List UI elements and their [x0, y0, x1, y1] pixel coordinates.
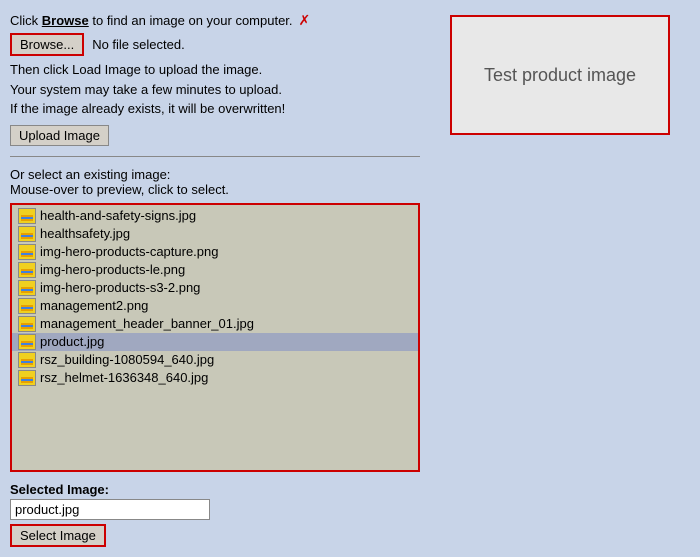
list-item[interactable]: healthsafety.jpg — [12, 225, 418, 243]
instruction-line3: Your system may take a few minutes to up… — [10, 80, 420, 100]
right-panel: Test product image — [430, 10, 690, 547]
file-name: management2.png — [40, 298, 148, 313]
instructions: Click Browse to find an image on your co… — [10, 10, 420, 146]
instruction-text-line1: Click Browse to find an image on your co… — [10, 11, 293, 31]
preview-text: Test product image — [484, 65, 636, 86]
main-container: Click Browse to find an image on your co… — [0, 0, 700, 557]
list-item[interactable]: img-hero-products-le.png — [12, 261, 418, 279]
or-section: Or select an existing image: Mouse-over … — [10, 167, 420, 197]
no-file-text: No file selected. — [92, 35, 185, 55]
close-icon[interactable]: ✗ — [299, 10, 311, 31]
list-item[interactable]: product.jpg — [12, 333, 418, 351]
selected-image-section: Selected Image: Select Image — [10, 482, 420, 547]
file-name: rsz_building-1080594_640.jpg — [40, 352, 214, 367]
image-preview-box: Test product image — [450, 15, 670, 135]
file-icon — [18, 316, 36, 332]
file-icon — [18, 244, 36, 260]
file-name: healthsafety.jpg — [40, 226, 130, 241]
select-image-button[interactable]: Select Image — [10, 524, 106, 547]
file-icon — [18, 370, 36, 386]
file-icon — [18, 280, 36, 296]
file-name: rsz_helmet-1636348_640.jpg — [40, 370, 208, 385]
browse-button[interactable]: Browse... — [10, 33, 84, 56]
file-list-container[interactable]: health-and-safety-signs.jpg healthsafety.… — [10, 203, 420, 473]
file-name: management_header_banner_01.jpg — [40, 316, 254, 331]
file-icon — [18, 334, 36, 350]
file-list-scroll[interactable]: health-and-safety-signs.jpg healthsafety.… — [12, 205, 418, 471]
instruction-line4: If the image already exists, it will be … — [10, 99, 420, 119]
list-item[interactable]: management_header_banner_01.jpg — [12, 315, 418, 333]
upload-image-button[interactable]: Upload Image — [10, 125, 109, 146]
or-line1: Or select an existing image: — [10, 167, 420, 182]
file-name: img-hero-products-s3-2.png — [40, 280, 200, 295]
file-name: img-hero-products-le.png — [40, 262, 185, 277]
selected-image-input[interactable] — [10, 499, 210, 520]
list-item[interactable]: health-and-safety-signs.jpg — [12, 207, 418, 225]
instruction-line2: Then click Load Image to upload the imag… — [10, 60, 420, 80]
left-panel: Click Browse to find an image on your co… — [10, 10, 420, 547]
list-item[interactable]: rsz_helmet-1636348_640.jpg — [12, 369, 418, 387]
list-item[interactable]: img-hero-products-s3-2.png — [12, 279, 418, 297]
file-name: health-and-safety-signs.jpg — [40, 208, 196, 223]
or-line2: Mouse-over to preview, click to select. — [10, 182, 420, 197]
file-list: health-and-safety-signs.jpg healthsafety.… — [12, 205, 418, 389]
divider — [10, 156, 420, 157]
list-item[interactable]: img-hero-products-capture.png — [12, 243, 418, 261]
file-icon — [18, 262, 36, 278]
list-item[interactable]: management2.png — [12, 297, 418, 315]
selected-image-label: Selected Image: — [10, 482, 420, 497]
file-icon — [18, 226, 36, 242]
file-icon — [18, 352, 36, 368]
list-item[interactable]: rsz_building-1080594_640.jpg — [12, 351, 418, 369]
file-icon — [18, 208, 36, 224]
file-name: product.jpg — [40, 334, 104, 349]
top-row: Click Browse to find an image on your co… — [10, 10, 420, 31]
file-name: img-hero-products-capture.png — [40, 244, 218, 259]
file-icon — [18, 298, 36, 314]
